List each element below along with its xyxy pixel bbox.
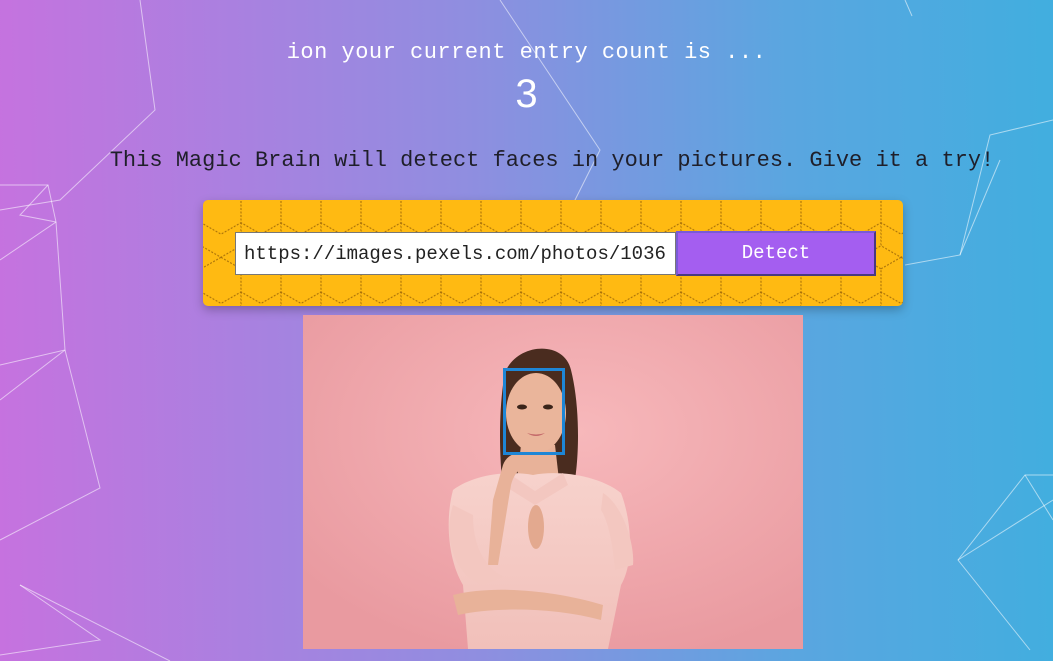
image-link-form: Detect xyxy=(203,200,903,306)
intro-text: This Magic Brain will detect faces in yo… xyxy=(109,148,995,173)
entry-count-message: ion your current entry count is ... xyxy=(286,40,767,65)
uploaded-image xyxy=(303,315,803,649)
detect-button[interactable]: Detect xyxy=(676,231,876,276)
face-bounding-box xyxy=(503,368,565,455)
image-url-input[interactable] xyxy=(235,232,676,275)
entry-count-value: 3 xyxy=(515,72,538,116)
portrait-photo xyxy=(303,315,803,649)
